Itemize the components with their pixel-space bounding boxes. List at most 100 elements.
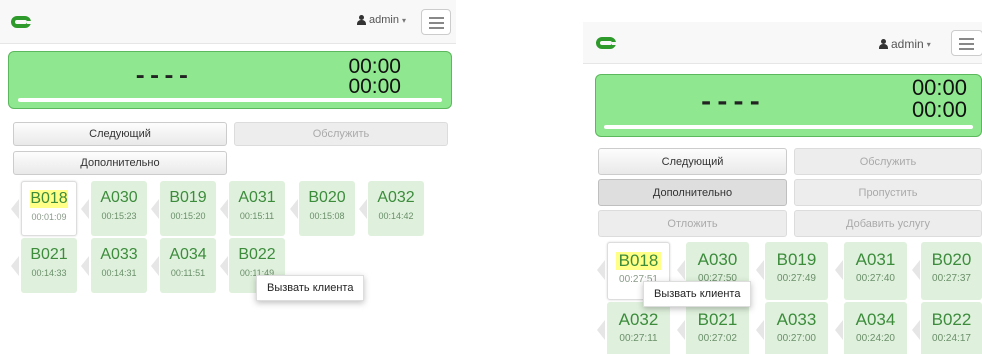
logo-icon[interactable] — [11, 16, 32, 28]
ticket-tile[interactable]: A034 00:24:20 — [844, 302, 907, 354]
arrow-left-icon — [912, 260, 920, 280]
ticket-code: A034 — [855, 310, 896, 329]
arrow-left-icon — [81, 256, 89, 276]
ticket-time: 00:01:09 — [31, 212, 67, 222]
top-bar: admin ▾ — [0, 0, 456, 44]
ticket-code: B022 — [238, 246, 276, 263]
arrow-left-icon — [756, 320, 764, 340]
ticket-code: A032 — [618, 310, 659, 329]
ticket-code: A030 — [697, 250, 738, 269]
progress-bar — [604, 125, 973, 129]
next-button[interactable]: Следующий — [598, 148, 787, 175]
user-icon — [879, 39, 888, 49]
arrow-left-icon — [11, 199, 19, 219]
postpone-button[interactable]: Отложить — [598, 210, 787, 237]
ticket-time: 00:27:02 — [698, 333, 737, 344]
hamburger-menu-button[interactable] — [421, 9, 451, 35]
ticket-tile[interactable]: B019 00:27:49 — [765, 242, 828, 300]
add-service-button[interactable]: Добавить услугу — [794, 210, 982, 237]
ticket-time: 00:15:08 — [309, 211, 345, 221]
ticket-tile[interactable]: B022 00:24:17 — [921, 302, 982, 354]
ticket-time: 00:27:40 — [856, 273, 895, 284]
user-name: admin — [369, 14, 399, 26]
call-display: ---- 00:00 00:00 — [595, 74, 982, 137]
ticket-code: B019 — [169, 189, 207, 206]
ticket-time: 00:27:11 — [619, 333, 658, 344]
ticket-time: 00:27:49 — [777, 273, 816, 284]
ticket-code: A033 — [776, 310, 817, 329]
ticket-tile[interactable]: B020 00:27:37 — [921, 242, 982, 300]
ticket-code: B021 — [30, 246, 68, 263]
ticket-time: 00:27:37 — [932, 273, 971, 284]
timer-2: 00:00 — [911, 97, 967, 122]
right-screen: admin ▾ ---- 00:00 00:00 Следующий Обслу… — [583, 22, 982, 354]
arrow-left-icon — [835, 320, 843, 340]
hamburger-menu-button[interactable] — [951, 30, 982, 56]
caret-down-icon: ▾ — [926, 39, 931, 49]
ticket-time: 00:24:17 — [932, 333, 971, 344]
ticket-tile[interactable]: B020 00:15:08 — [299, 181, 355, 236]
ticket-time: 00:14:42 — [378, 211, 414, 221]
ticket-time: 00:14:33 — [31, 268, 67, 278]
caret-down-icon: ▾ — [401, 15, 406, 25]
ticket-tile[interactable]: A031 00:27:40 — [844, 242, 907, 300]
timer-2: 00:00 — [348, 75, 401, 98]
ticket-tile[interactable]: A033 00:27:00 — [765, 302, 828, 354]
user-menu[interactable]: admin ▾ — [879, 37, 931, 51]
user-menu[interactable]: admin ▾ — [357, 14, 406, 26]
ticket-time: 00:15:11 — [239, 211, 275, 221]
arrow-left-icon — [597, 260, 605, 280]
arrow-left-icon — [11, 256, 19, 276]
ticket-time: 00:14:31 — [101, 268, 137, 278]
ticket-code: A033 — [100, 246, 138, 263]
arrow-left-icon — [359, 199, 367, 219]
arrow-left-icon — [597, 320, 605, 340]
call-client-tooltip[interactable]: Вызвать клиента — [256, 275, 365, 301]
ticket-tile[interactable]: B021 00:14:33 — [21, 238, 77, 293]
user-name: admin — [891, 37, 924, 51]
next-button[interactable]: Следующий — [13, 122, 227, 146]
user-icon — [357, 15, 366, 25]
ticket-code: B020 — [931, 250, 972, 269]
ticket-code: A034 — [169, 246, 207, 263]
ticket-tile[interactable]: B019 00:15:20 — [160, 181, 216, 236]
arrow-left-icon — [290, 199, 298, 219]
arrow-left-icon — [912, 320, 920, 340]
more-button[interactable]: Дополнительно — [13, 151, 227, 175]
arrow-left-icon — [756, 260, 764, 280]
ticket-time: 00:11:51 — [170, 268, 206, 278]
more-button[interactable]: Дополнительно — [598, 179, 787, 206]
ticket-code: B022 — [931, 310, 972, 329]
ticket-tile[interactable]: A032 00:27:11 — [607, 302, 670, 354]
arrow-left-icon — [220, 199, 228, 219]
serve-button[interactable]: Обслужить — [234, 122, 448, 146]
ticket-code: A032 — [377, 189, 415, 206]
ticket-time: 00:24:20 — [856, 333, 895, 344]
serve-button[interactable]: Обслужить — [794, 148, 982, 175]
timer-1: 00:00 — [348, 55, 401, 78]
ticket-tile[interactable]: A030 00:15:23 — [91, 181, 147, 236]
ticket-time: 00:15:23 — [101, 211, 137, 221]
arrow-left-icon — [81, 199, 89, 219]
ticket-tile[interactable]: A031 00:15:11 — [229, 181, 285, 236]
ticket-code: A031 — [238, 189, 276, 206]
arrow-left-icon — [835, 260, 843, 280]
ticket-code: A030 — [100, 189, 138, 206]
ticket-tile[interactable]: A033 00:14:31 — [91, 238, 147, 293]
logo-icon[interactable] — [596, 37, 617, 49]
ticket-code: B019 — [776, 250, 817, 269]
ticket-tile[interactable]: B021 00:27:02 — [686, 302, 749, 354]
skip-button[interactable]: Пропустить — [794, 179, 982, 206]
progress-bar — [18, 98, 442, 102]
arrow-left-icon — [220, 256, 228, 276]
arrow-left-icon — [677, 320, 685, 340]
ticket-time: 00:15:20 — [170, 211, 206, 221]
ticket-tile[interactable]: A032 00:14:42 — [368, 181, 424, 236]
ticket-tile[interactable]: B018 00:01:09 — [21, 181, 77, 236]
top-bar: admin ▾ — [583, 22, 982, 64]
ticket-tile[interactable]: A034 00:11:51 — [160, 238, 216, 293]
ticket-code: B020 — [308, 189, 346, 206]
current-ticket: ---- — [133, 64, 191, 91]
arrow-left-icon — [151, 256, 159, 276]
call-client-tooltip[interactable]: Вызвать клиента — [643, 281, 752, 307]
